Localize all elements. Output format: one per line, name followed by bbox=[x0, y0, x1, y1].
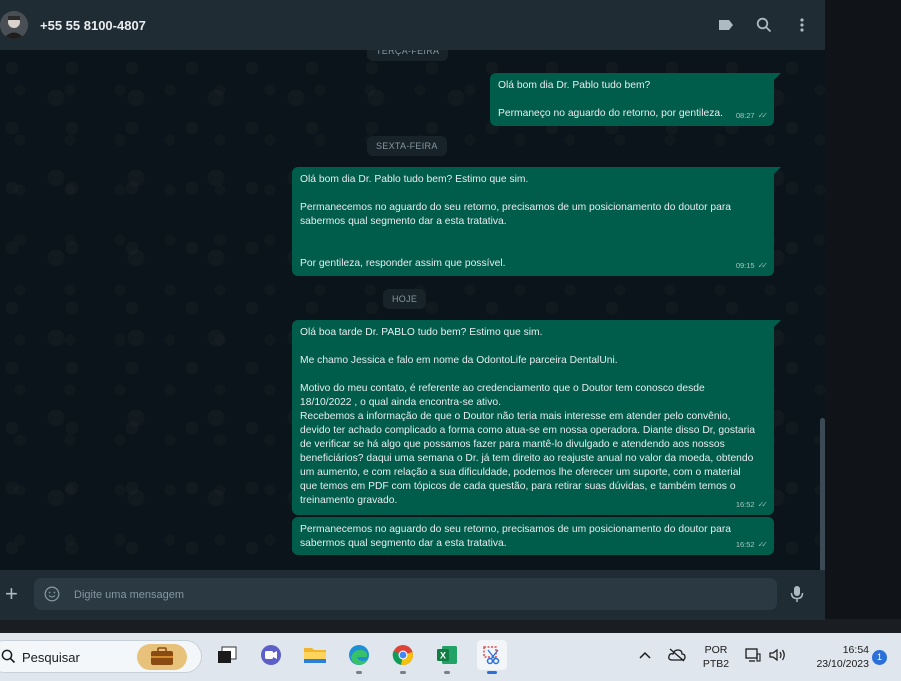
message-time: 08:27 bbox=[735, 111, 755, 120]
taskbar-snipping-tool[interactable] bbox=[477, 640, 507, 674]
search-icon[interactable] bbox=[755, 16, 773, 34]
taskbar-search[interactable]: Pesquisar bbox=[0, 640, 202, 673]
double-check-icon: ✓✓ bbox=[757, 500, 769, 509]
date-separator-today: HOJE bbox=[383, 289, 427, 309]
chat-header[interactable]: +55 55 8100-4807 bbox=[0, 0, 825, 50]
double-check-icon: ✓✓ bbox=[757, 111, 769, 120]
attach-plus-icon[interactable]: + bbox=[5, 583, 18, 605]
search-icon bbox=[1, 649, 16, 669]
taskbar-teams-meet[interactable] bbox=[256, 640, 286, 670]
desktop-background bbox=[825, 0, 901, 633]
message-text: Olá bom dia Dr. Pablo tudo bem? Estimo q… bbox=[300, 174, 732, 269]
clock-date: 23/10/2023 bbox=[816, 658, 869, 670]
message-bubble[interactable]: Olá bom dia Dr. Pablo tudo bem? Permaneç… bbox=[490, 73, 781, 126]
volume-icon[interactable] bbox=[766, 640, 790, 670]
message-time: 16:52 bbox=[735, 540, 755, 549]
message-text: Permanecemos no aguardo do seu retorno, … bbox=[300, 524, 732, 549]
chevron-up-icon[interactable] bbox=[632, 640, 658, 670]
language-line2: PTB2 bbox=[702, 658, 730, 670]
window-bottom-edge bbox=[0, 619, 901, 633]
emoji-icon[interactable] bbox=[44, 586, 60, 607]
taskbar-edge[interactable] bbox=[344, 640, 374, 674]
composer: + bbox=[0, 570, 825, 620]
running-indicator bbox=[400, 671, 406, 674]
message-text: Olá boa tarde Dr. PABLO tudo bem? Estimo… bbox=[300, 327, 756, 506]
briefcase-icon bbox=[137, 644, 187, 675]
running-indicator bbox=[444, 671, 450, 674]
display-icon[interactable] bbox=[742, 640, 764, 670]
double-check-icon: ✓✓ bbox=[757, 261, 769, 270]
notification-badge[interactable]: 1 bbox=[872, 650, 887, 665]
taskbar-file-explorer[interactable] bbox=[300, 640, 330, 670]
taskbar-excel[interactable]: X bbox=[432, 640, 462, 674]
message-input[interactable] bbox=[72, 578, 766, 612]
date-separator-tuesday: TERÇA-FEIRA bbox=[367, 50, 449, 61]
avatar[interactable] bbox=[0, 11, 28, 39]
taskbar-clock[interactable]: 16:54 23/10/2023 bbox=[799, 643, 869, 671]
cloud-offline-icon[interactable] bbox=[664, 640, 690, 670]
taskbar-chrome[interactable] bbox=[388, 640, 418, 674]
microphone-icon[interactable] bbox=[790, 585, 804, 608]
label-icon[interactable] bbox=[717, 16, 735, 34]
taskbar-task-view[interactable] bbox=[212, 640, 242, 670]
message-bubble[interactable]: Olá bom dia Dr. Pablo tudo bem? Estimo q… bbox=[292, 167, 781, 276]
date-separator-friday: SEXTA-FEIRA bbox=[367, 136, 447, 156]
language-indicator[interactable]: POR PTB2 bbox=[700, 643, 732, 671]
message-time: 16:52 bbox=[735, 500, 755, 509]
language-line1: POR bbox=[704, 644, 728, 656]
chat-scrollbar[interactable] bbox=[820, 418, 825, 578]
active-indicator bbox=[487, 671, 497, 674]
double-check-icon: ✓✓ bbox=[757, 540, 769, 549]
running-indicator bbox=[356, 671, 362, 674]
taskbar-search-text: Pesquisar bbox=[22, 650, 80, 665]
windows-taskbar: Pesquisar X POR PTB2 16:54 23/10/2023 1 bbox=[0, 633, 901, 681]
message-bubble[interactable]: Permanecemos no aguardo do seu retorno, … bbox=[292, 517, 774, 555]
message-text: Olá bom dia Dr. Pablo tudo bem? Permaneç… bbox=[498, 80, 723, 119]
clock-time: 16:54 bbox=[842, 644, 869, 656]
message-list[interactable]: TERÇA-FEIRA Olá bom dia Dr. Pablo tudo b… bbox=[0, 50, 825, 578]
message-box[interactable] bbox=[34, 578, 777, 612]
svg-text:X: X bbox=[440, 651, 446, 661]
whatsapp-window: +55 55 8100-4807 TERÇA-FEIRA Olá bom dia… bbox=[0, 0, 825, 620]
message-bubble[interactable]: Olá boa tarde Dr. PABLO tudo bem? Estimo… bbox=[292, 320, 781, 515]
message-time: 09:15 bbox=[735, 261, 755, 270]
contact-name[interactable]: +55 55 8100-4807 bbox=[40, 18, 146, 33]
menu-dots-icon[interactable] bbox=[793, 16, 811, 34]
